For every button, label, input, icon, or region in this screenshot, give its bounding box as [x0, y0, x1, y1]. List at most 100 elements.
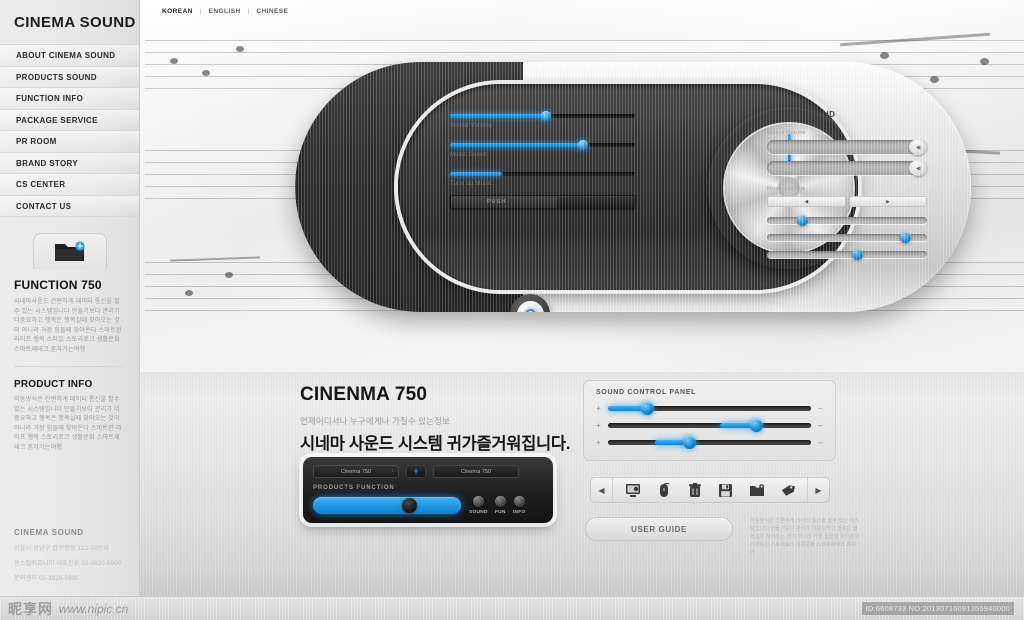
mini-slider-knob[interactable]	[797, 215, 809, 226]
lang-korean[interactable]: KOREAN	[162, 8, 193, 15]
scp-slider-knob[interactable]	[683, 436, 697, 449]
music-list-file-label: Music List File	[767, 186, 806, 192]
slider-label: Music Select	[450, 152, 488, 158]
lower-right-description: 이동방식은 간편하게 데이터 통신을 할수 있는 시스템입니다 만들기보다 관리…	[750, 518, 859, 556]
sidebar-item-label: ABOUT CINEMA SOUND	[16, 51, 116, 60]
slider-label: Sound Volume	[450, 123, 493, 129]
sidebar-item-about[interactable]: ABOUT CINEMA SOUND	[0, 45, 139, 67]
sidebar-item-label: PRODUCTS SOUND	[16, 72, 97, 82]
watermark-bar: 昵享网 www.nipic.cn ID:6608733 NO:201307160…	[0, 596, 1024, 620]
fun-button-label: FUN	[494, 510, 506, 515]
scp-slider-row-3: + –	[596, 436, 823, 449]
sound-control-panel: SOUND CONTROL PANEL + – + – + –	[583, 380, 836, 461]
slider-track[interactable]	[450, 172, 635, 176]
products-function-slider-knob[interactable]	[401, 498, 417, 513]
slider-knob[interactable]	[541, 111, 552, 121]
hero-device: Sound Volume Music Select Tune up Music …	[295, 62, 971, 312]
next-track-button[interactable]: ▶	[848, 196, 927, 207]
scp-slider-2[interactable]	[608, 419, 811, 432]
pill-slider-cap[interactable]: ◀	[909, 160, 927, 176]
push-button[interactable]: PUSH	[450, 195, 635, 209]
slider-label: Tune up Music	[450, 181, 493, 187]
sound-button[interactable]: SOUND	[469, 496, 488, 515]
promo-heading: CINENMA 750	[300, 384, 428, 405]
sidebar-item-label: PACKAGE SERVICE	[16, 115, 98, 125]
hero-section: Sound Volume Music Select Tune up Music …	[140, 0, 1024, 372]
add-product-button[interactable]: +	[406, 465, 426, 478]
trash-icon[interactable]	[685, 480, 705, 500]
lang-separator: |	[247, 8, 250, 15]
slider-knob[interactable]	[578, 140, 589, 150]
tag-icon[interactable]	[778, 480, 798, 500]
sidebar-item-products[interactable]: PRODUCTS SOUND	[0, 66, 139, 88]
sidebar: CINEMA SOUND ABOUT CINEMA SOUND PRODUCTS…	[0, 0, 140, 596]
sidebar-footer: CINEMA SOUND 서울시 강남구 압구정동 123-34번지 윈스탑커뮤…	[0, 528, 140, 596]
products-function-slider[interactable]	[313, 497, 461, 514]
mini-slider-2[interactable]	[767, 232, 927, 243]
promo-block: CINENMA 750 언제어디서나 누구에게나 가질수 있는정보 시네마 사운…	[300, 384, 600, 454]
sidebar-item-brand-story[interactable]: BRAND STORY	[0, 152, 139, 174]
scp-slider-1[interactable]	[608, 402, 811, 415]
product-select-left-value: Cinema 750	[340, 468, 372, 475]
product-info-title: PRODUCT INFO	[14, 379, 93, 390]
folder-icon[interactable]	[747, 480, 767, 500]
push-button-label: PUSH	[487, 199, 507, 205]
info-button[interactable]: INFO	[513, 496, 526, 515]
lower-section: CINENMA 750 언제어디서나 누구에게나 가질수 있는정보 시네마 사운…	[140, 372, 1024, 596]
sidebar-nav: ABOUT CINEMA SOUND PRODUCTS SOUND FUNCTI…	[0, 44, 139, 217]
lang-chinese[interactable]: CHINESE	[256, 8, 288, 15]
promo-subtitle: 언제어디서나 누구에게나 가질수 있는정보	[300, 416, 450, 426]
plus-sign-label: +	[596, 421, 601, 430]
mini-slider-knob[interactable]	[899, 232, 911, 243]
sound-button-dot-icon	[472, 496, 484, 507]
brand-logo[interactable]: CINEMA SOUND	[0, 0, 139, 44]
pill-slider-2[interactable]: ◀	[767, 160, 927, 176]
pill-slider-1[interactable]: ◀	[767, 139, 927, 155]
sidebar-item-label: CONTACT US	[16, 201, 72, 211]
brand-title: CINEMA SOUND	[14, 14, 136, 31]
product-function-widget: Cinema 750 ↕ + Cinema 750 PRODUCTS FUNCT…	[303, 457, 553, 523]
scp-slider-knob[interactable]	[640, 402, 654, 415]
device-slider-tune-up-music[interactable]: Tune up Music	[450, 172, 635, 187]
toolbar-prev-button[interactable]: ◀	[591, 478, 613, 502]
scp-slider-3[interactable]	[608, 436, 811, 449]
lang-english[interactable]: ENGLISH	[209, 8, 241, 15]
mini-slider-3[interactable]	[767, 249, 927, 260]
sidebar-item-package-service[interactable]: PACKAGE SERVICE	[0, 109, 139, 131]
sidebar-item-pr-room[interactable]: PR ROOM	[0, 131, 139, 153]
scp-slider-knob[interactable]	[750, 419, 764, 432]
music-list-nav: ◀ ▶	[767, 196, 927, 207]
product-select-right[interactable]: Cinema 750	[433, 465, 519, 478]
sidebar-item-contact-us[interactable]: CONTACT US	[0, 195, 139, 217]
sound-volume-label: Sound Volume	[767, 130, 806, 136]
monitor-icon[interactable]	[623, 480, 643, 500]
sidebar-item-label: CS CENTER	[16, 180, 66, 189]
prev-track-button[interactable]: ◀	[767, 196, 846, 207]
divider	[14, 366, 125, 367]
user-guide-button[interactable]: USER GUIDE	[585, 517, 733, 541]
sidebar-item-function-info[interactable]: FUNCTION INFO	[0, 88, 139, 110]
slider-track[interactable]	[450, 111, 635, 121]
mouse-icon[interactable]	[654, 480, 674, 500]
watermark-url: www.nipic.cn	[59, 601, 129, 616]
toolbar-next-button[interactable]: ▶	[807, 478, 829, 502]
sidebar-item-label: FUNCTION INFO	[16, 94, 84, 103]
fun-button-dot-icon	[494, 496, 506, 507]
product-select-left[interactable]: Cinema 750 ↕	[313, 465, 399, 478]
fun-button[interactable]: FUN	[494, 496, 506, 515]
mini-slider-knob[interactable]	[851, 249, 863, 260]
sidebar-item-label: PR ROOM	[16, 137, 57, 146]
device-slider-group: Sound Volume Music Select Tune up Music	[450, 111, 635, 201]
device-slider-music-select[interactable]: Music Select	[450, 140, 635, 158]
info-button-dot-icon	[513, 496, 525, 507]
icon-toolbar: ◀ ▶	[590, 477, 830, 503]
device-slider-sound-volume[interactable]: Sound Volume	[450, 111, 635, 129]
minus-sign-label: –	[818, 404, 823, 413]
sound-control-panel-title: SOUND CONTROL PANEL	[596, 389, 697, 396]
folder-add-icon	[54, 240, 85, 261]
mini-slider-1[interactable]	[767, 215, 927, 226]
save-icon[interactable]	[716, 480, 736, 500]
pill-slider-cap[interactable]: ◀	[909, 139, 927, 155]
sidebar-item-cs-center[interactable]: CS CENTER	[0, 174, 139, 196]
slider-track[interactable]	[450, 140, 635, 150]
